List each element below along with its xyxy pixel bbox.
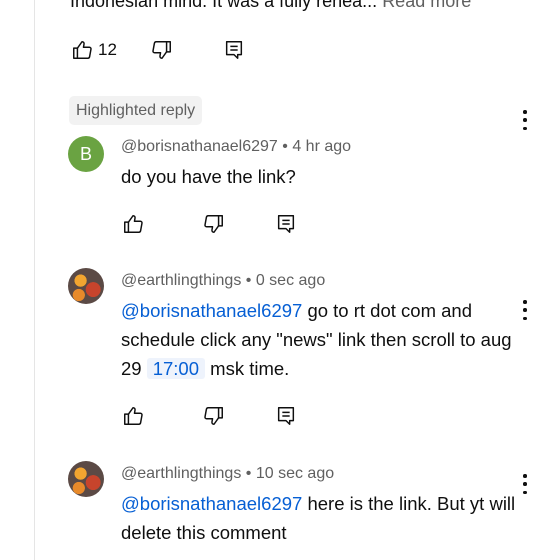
thumbs-down-icon: [204, 407, 223, 425]
comment-text: Indonesian mind. It was a fully renea...: [70, 0, 378, 11]
comment-time[interactable]: 4 hr ago: [292, 138, 351, 155]
avatar[interactable]: [68, 268, 104, 304]
mention-link[interactable]: @borisnathanael6297: [121, 300, 302, 321]
reply-icon: [277, 407, 295, 425]
meta-separator: •: [245, 465, 252, 482]
meta-separator: •: [282, 138, 288, 155]
comment-meta: @borisnathanael6297 • 4 hr ago: [121, 138, 351, 156]
comment-text: @borisnathanael6297 here is the link. Bu…: [121, 489, 521, 547]
comment-text: @borisnathanael6297 go to rt dot com and…: [121, 296, 521, 383]
comment-time[interactable]: 10 sec ago: [256, 465, 334, 482]
more-vert-icon[interactable]: [520, 300, 530, 320]
reply-icon: [277, 215, 295, 233]
reply-icon: [225, 41, 243, 59]
thread-line: [34, 0, 35, 560]
author-name[interactable]: @borisnathanael6297: [121, 138, 278, 155]
comment-time[interactable]: 0 sec ago: [256, 272, 325, 289]
dislike-button[interactable]: [202, 212, 226, 236]
thumbs-up-icon: [124, 215, 143, 233]
more-vert-icon[interactable]: [520, 474, 530, 494]
like-button[interactable]: [121, 404, 145, 428]
comment-meta: @earthlingthings • 10 sec ago: [121, 465, 334, 483]
author-name[interactable]: @earthlingthings: [121, 272, 241, 289]
top-comment-text: Indonesian mind. It was a fully renea...…: [70, 0, 471, 12]
like-count: 12: [98, 40, 117, 59]
meta-separator: •: [245, 272, 252, 289]
comment-actions: 12: [70, 38, 270, 62]
comment-actions: [121, 212, 321, 236]
avatar[interactable]: [68, 461, 104, 497]
thumbs-up-icon: [124, 407, 143, 425]
more-vert-icon[interactable]: [520, 110, 530, 130]
comment-text-part: msk time.: [205, 358, 290, 379]
timestamp-link[interactable]: 17:00: [146, 358, 206, 379]
comment-actions: [121, 404, 321, 428]
dislike-button[interactable]: [150, 38, 174, 62]
avatar-letter: B: [79, 143, 92, 164]
avatar[interactable]: B: [68, 136, 104, 172]
thumbs-down-icon: [204, 215, 223, 233]
reply-button[interactable]: [222, 38, 246, 62]
dislike-button[interactable]: [202, 404, 226, 428]
comment-meta: @earthlingthings • 0 sec ago: [121, 272, 325, 290]
like-button[interactable]: [121, 212, 145, 236]
reply-button[interactable]: [274, 212, 298, 236]
thumbs-down-icon: [152, 41, 171, 59]
author-name[interactable]: @earthlingthings: [121, 465, 241, 482]
like-button[interactable]: [70, 38, 94, 62]
read-more-link[interactable]: Read more: [382, 0, 471, 11]
thumbs-up-icon: [73, 41, 92, 59]
highlighted-reply-chip: Highlighted reply: [69, 96, 203, 125]
reply-button[interactable]: [274, 404, 298, 428]
mention-link[interactable]: @borisnathanael6297: [121, 493, 302, 514]
comment-text: do you have the link?: [121, 166, 296, 187]
